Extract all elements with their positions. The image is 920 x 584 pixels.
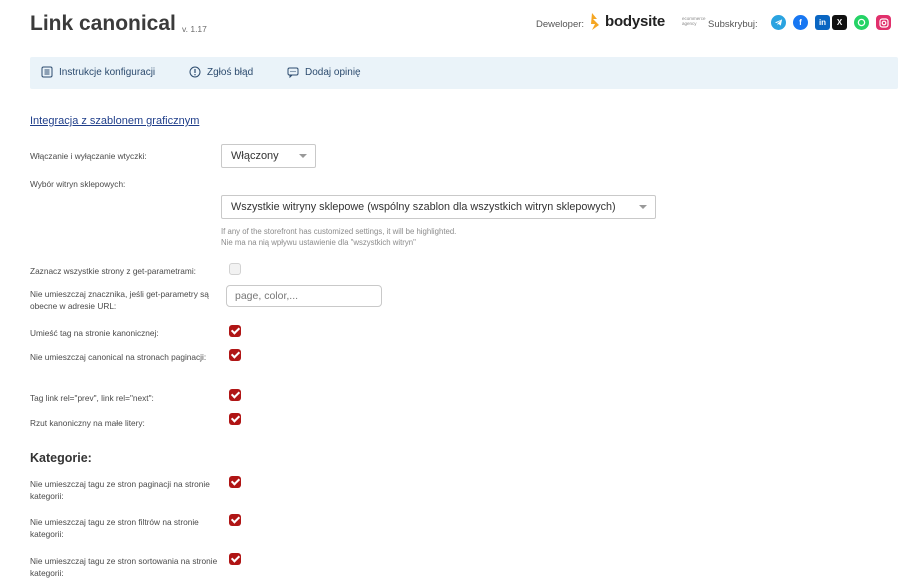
- chevron-down-icon: [299, 154, 307, 158]
- linkedin-icon[interactable]: in: [815, 15, 830, 30]
- storefront-value: Wszystkie witryny sklepowe (wspólny szab…: [231, 201, 616, 213]
- enable-plugin-select[interactable]: Włączony: [221, 144, 316, 168]
- template-integration-link[interactable]: Integracja z szablonem graficznym: [30, 115, 199, 127]
- config-instructions-button[interactable]: Instrukcje konfiguracji: [41, 66, 155, 78]
- facebook-icon[interactable]: f: [793, 15, 808, 30]
- social-links: f in X: [771, 15, 898, 30]
- exclude-get-params-label: Nie umieszczaj znacznika, jeśli get-para…: [30, 289, 209, 311]
- categories-heading: Kategorie:: [30, 451, 92, 465]
- category-sorting-label: Nie umieszczaj tagu ze stron sortowania …: [30, 556, 218, 578]
- telegram-icon[interactable]: [771, 15, 786, 30]
- select-all-get-label: Zaznacz wszystkie strony z get-parametra…: [30, 266, 196, 276]
- lowercase-label: Rzut kanoniczny na małe litery:: [30, 418, 145, 428]
- alert-icon: [189, 66, 201, 78]
- select-all-get-checkbox[interactable]: [229, 263, 241, 275]
- rel-prev-next-label: Tag link rel="prev", link rel="next":: [30, 393, 154, 403]
- subscribe-label: Subskrybuj:: [708, 19, 758, 30]
- storefront-hint-pl: Nie ma na nią wpływu ustawienie dla "wsz…: [221, 238, 416, 247]
- action-toolbar: Instrukcje konfiguracji Zgłoś błąd Dodaj…: [30, 57, 898, 89]
- category-sorting-checkbox[interactable]: [229, 553, 241, 565]
- comment-icon: [287, 67, 299, 78]
- enable-plugin-value: Włączony: [231, 150, 279, 162]
- add-review-label: Dodaj opinię: [305, 66, 361, 78]
- developer-label: Deweloper:: [536, 19, 585, 30]
- enable-plugin-label: Włączanie i wyłączanie wtyczki:: [30, 151, 147, 161]
- report-bug-label: Zgłoś błąd: [207, 66, 254, 78]
- no-canonical-pagination-checkbox[interactable]: [229, 349, 241, 361]
- category-filters-label: Nie umieszczaj tagu ze stron filtrów na …: [30, 517, 199, 539]
- bodysite-logo-icon: [590, 13, 601, 30]
- category-filters-checkbox[interactable]: [229, 514, 241, 526]
- version-label: v. 1.17: [182, 24, 207, 34]
- canonical-tag-checkbox[interactable]: [229, 325, 241, 337]
- bodysite-logo[interactable]: bodysite: [590, 13, 665, 30]
- storefront-hint-en: If any of the storefront has customized …: [221, 227, 457, 236]
- brand-tagline: ecommerce agency: [682, 16, 706, 26]
- chevron-down-icon: [639, 205, 647, 209]
- page-title: Link canonical: [30, 12, 176, 35]
- instagram-icon[interactable]: [876, 15, 891, 30]
- category-pagination-label: Nie umieszczaj tagu ze stron paginacji n…: [30, 479, 210, 501]
- no-canonical-pagination-label: Nie umieszczaj canonical na stronach pag…: [30, 352, 207, 362]
- page-header: Link canonical v. 1.17 Deweloper: bodysi…: [30, 10, 898, 40]
- brand-name: bodysite: [605, 13, 666, 30]
- storefront-select[interactable]: Wszystkie witryny sklepowe (wspólny szab…: [221, 195, 656, 219]
- document-icon: [41, 66, 53, 78]
- lowercase-checkbox[interactable]: [229, 413, 241, 425]
- category-pagination-checkbox[interactable]: [229, 476, 241, 488]
- exclude-get-params-input[interactable]: page, color,...: [226, 285, 382, 307]
- x-icon[interactable]: X: [832, 15, 847, 30]
- whatsapp-icon[interactable]: [854, 15, 869, 30]
- add-review-button[interactable]: Dodaj opinię: [287, 66, 361, 78]
- config-instructions-label: Instrukcje konfiguracji: [59, 66, 156, 78]
- rel-prev-next-checkbox[interactable]: [229, 389, 241, 401]
- storefront-label: Wybór witryn sklepowych:: [30, 179, 126, 189]
- canonical-tag-label: Umieść tag na stronie kanonicznej:: [30, 328, 159, 338]
- report-bug-button[interactable]: Zgłoś błąd: [189, 66, 253, 78]
